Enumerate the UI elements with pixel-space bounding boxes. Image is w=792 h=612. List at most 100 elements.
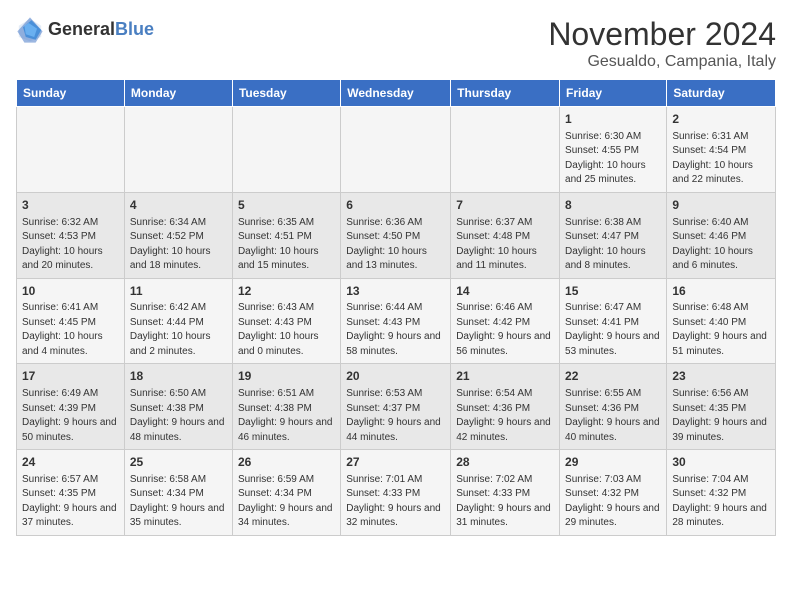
day-number: 21 bbox=[456, 368, 554, 385]
day-number: 29 bbox=[565, 454, 661, 471]
day-info: Sunrise: 7:03 AM Sunset: 4:32 PM Dayligh… bbox=[565, 473, 661, 531]
day-number: 16 bbox=[672, 283, 770, 300]
header-monday: Monday bbox=[124, 80, 232, 107]
calendar-cell: 19Sunrise: 6:51 AM Sunset: 4:38 PM Dayli… bbox=[232, 364, 340, 450]
day-info: Sunrise: 6:54 AM Sunset: 4:36 PM Dayligh… bbox=[456, 387, 554, 445]
calendar-cell: 25 Sunrise: 6:58 AM Sunset: 4:34 PM Dayli… bbox=[124, 450, 232, 536]
calendar-cell: 26Sunrise: 6:59 AM Sunset: 4:34 PM Dayli… bbox=[232, 450, 340, 536]
day-info: Sunrise: 6:51 AM Sunset: 4:38 PM Dayligh… bbox=[238, 387, 335, 445]
day-info: Sunrise: 6:57 AM Sunset: 4:35 PM Dayligh… bbox=[22, 473, 119, 531]
calendar-cell: 8Sunrise: 6:38 AM Sunset: 4:47 PM Daylig… bbox=[560, 192, 667, 278]
calendar-cell: 20 Sunrise: 6:53 AM Sunset: 4:37 PM Dayli… bbox=[341, 364, 451, 450]
day-number: 14 bbox=[456, 283, 554, 300]
calendar-cell: 6Sunrise: 6:36 AM Sunset: 4:50 PM Daylig… bbox=[341, 192, 451, 278]
day-number: 30 bbox=[672, 454, 770, 471]
calendar-week-row: 3 Sunrise: 6:32 AM Sunset: 4:53 PM Daylig… bbox=[17, 192, 776, 278]
calendar-cell: 30 Sunrise: 7:04 AM Sunset: 4:32 PM Dayli… bbox=[667, 450, 776, 536]
day-info: Sunrise: 6:32 AM Sunset: 4:53 PM Dayligh… bbox=[22, 216, 119, 274]
page-header: General Blue November 2024 Gesualdo, Cam… bbox=[16, 16, 776, 71]
calendar-cell: 22Sunrise: 6:55 AM Sunset: 4:36 PM Dayli… bbox=[560, 364, 667, 450]
calendar-cell bbox=[124, 107, 232, 193]
day-info: Sunrise: 6:50 AM Sunset: 4:38 PM Dayligh… bbox=[130, 387, 227, 445]
calendar-week-row: 1 Sunrise: 6:30 AM Sunset: 4:55 PM Daylig… bbox=[17, 107, 776, 193]
calendar-cell: 13Sunrise: 6:44 AM Sunset: 4:43 PM Dayli… bbox=[341, 278, 451, 364]
calendar-cell: 17Sunrise: 6:49 AM Sunset: 4:39 PM Dayli… bbox=[17, 364, 125, 450]
day-number: 5 bbox=[238, 197, 335, 214]
calendar-cell: 10Sunrise: 6:41 AM Sunset: 4:45 PM Dayli… bbox=[17, 278, 125, 364]
calendar-cell: 3 Sunrise: 6:32 AM Sunset: 4:53 PM Daylig… bbox=[17, 192, 125, 278]
day-info: Sunrise: 6:42 AM Sunset: 4:44 PM Dayligh… bbox=[130, 301, 227, 359]
day-info: Sunrise: 6:58 AM Sunset: 4:34 PM Dayligh… bbox=[130, 473, 227, 531]
day-info: Sunrise: 6:47 AM Sunset: 4:41 PM Dayligh… bbox=[565, 301, 661, 359]
location-subtitle: Gesualdo, Campania, Italy bbox=[548, 53, 776, 71]
calendar-cell: 4Sunrise: 6:34 AM Sunset: 4:52 PM Daylig… bbox=[124, 192, 232, 278]
day-info: Sunrise: 6:49 AM Sunset: 4:39 PM Dayligh… bbox=[22, 387, 119, 445]
day-info: Sunrise: 6:43 AM Sunset: 4:43 PM Dayligh… bbox=[238, 301, 335, 359]
day-info: Sunrise: 7:04 AM Sunset: 4:32 PM Dayligh… bbox=[672, 473, 770, 531]
calendar-cell: 9Sunrise: 6:40 AM Sunset: 4:46 PM Daylig… bbox=[667, 192, 776, 278]
day-number: 4 bbox=[130, 197, 227, 214]
day-info: Sunrise: 6:30 AM Sunset: 4:55 PM Dayligh… bbox=[565, 130, 661, 188]
calendar-cell: 18 Sunrise: 6:50 AM Sunset: 4:38 PM Dayli… bbox=[124, 364, 232, 450]
day-info: Sunrise: 6:55 AM Sunset: 4:36 PM Dayligh… bbox=[565, 387, 661, 445]
day-info: Sunrise: 6:53 AM Sunset: 4:37 PM Dayligh… bbox=[346, 387, 445, 445]
calendar-cell: 14Sunrise: 6:46 AM Sunset: 4:42 PM Dayli… bbox=[451, 278, 560, 364]
calendar-week-row: 17Sunrise: 6:49 AM Sunset: 4:39 PM Dayli… bbox=[17, 364, 776, 450]
calendar-cell: 16Sunrise: 6:48 AM Sunset: 4:40 PM Dayli… bbox=[667, 278, 776, 364]
calendar-cell: 7Sunrise: 6:37 AM Sunset: 4:48 PM Daylig… bbox=[451, 192, 560, 278]
day-info: Sunrise: 6:56 AM Sunset: 4:35 PM Dayligh… bbox=[672, 387, 770, 445]
day-number: 1 bbox=[565, 111, 661, 128]
day-info: Sunrise: 6:44 AM Sunset: 4:43 PM Dayligh… bbox=[346, 301, 445, 359]
day-number: 27 bbox=[346, 454, 445, 471]
day-number: 25 bbox=[130, 454, 227, 471]
calendar-cell: 5 Sunrise: 6:35 AM Sunset: 4:51 PM Daylig… bbox=[232, 192, 340, 278]
header-thursday: Thursday bbox=[451, 80, 560, 107]
calendar-cell bbox=[341, 107, 451, 193]
day-number: 24 bbox=[22, 454, 119, 471]
day-number: 11 bbox=[130, 283, 227, 300]
calendar-cell: 21 Sunrise: 6:54 AM Sunset: 4:36 PM Dayli… bbox=[451, 364, 560, 450]
day-number: 12 bbox=[238, 283, 335, 300]
header-tuesday: Tuesday bbox=[232, 80, 340, 107]
day-number: 15 bbox=[565, 283, 661, 300]
day-info: Sunrise: 6:41 AM Sunset: 4:45 PM Dayligh… bbox=[22, 301, 119, 359]
calendar-cell: 28 Sunrise: 7:02 AM Sunset: 4:33 PM Dayli… bbox=[451, 450, 560, 536]
day-number: 20 bbox=[346, 368, 445, 385]
calendar-cell: 23Sunrise: 6:56 AM Sunset: 4:35 PM Dayli… bbox=[667, 364, 776, 450]
calendar-header-row: SundayMondayTuesdayWednesdayThursdayFrid… bbox=[17, 80, 776, 107]
day-info: Sunrise: 6:36 AM Sunset: 4:50 PM Dayligh… bbox=[346, 216, 445, 274]
header-friday: Friday bbox=[560, 80, 667, 107]
logo-icon bbox=[16, 16, 44, 44]
calendar-week-row: 24 Sunrise: 6:57 AM Sunset: 4:35 PM Dayli… bbox=[17, 450, 776, 536]
day-info: Sunrise: 6:35 AM Sunset: 4:51 PM Dayligh… bbox=[238, 216, 335, 274]
day-number: 18 bbox=[130, 368, 227, 385]
logo: General Blue bbox=[16, 16, 154, 44]
day-info: Sunrise: 6:46 AM Sunset: 4:42 PM Dayligh… bbox=[456, 301, 554, 359]
day-info: Sunrise: 6:37 AM Sunset: 4:48 PM Dayligh… bbox=[456, 216, 554, 274]
calendar-week-row: 10Sunrise: 6:41 AM Sunset: 4:45 PM Dayli… bbox=[17, 278, 776, 364]
calendar-cell: 24 Sunrise: 6:57 AM Sunset: 4:35 PM Dayli… bbox=[17, 450, 125, 536]
day-number: 3 bbox=[22, 197, 119, 214]
day-info: Sunrise: 6:31 AM Sunset: 4:54 PM Dayligh… bbox=[672, 130, 770, 188]
day-info: Sunrise: 7:01 AM Sunset: 4:33 PM Dayligh… bbox=[346, 473, 445, 531]
day-number: 8 bbox=[565, 197, 661, 214]
calendar-cell: 29 Sunrise: 7:03 AM Sunset: 4:32 PM Dayli… bbox=[560, 450, 667, 536]
day-number: 2 bbox=[672, 111, 770, 128]
day-number: 28 bbox=[456, 454, 554, 471]
calendar-cell bbox=[232, 107, 340, 193]
title-block: November 2024 Gesualdo, Campania, Italy bbox=[548, 16, 776, 71]
calendar-cell: 11Sunrise: 6:42 AM Sunset: 4:44 PM Dayli… bbox=[124, 278, 232, 364]
header-wednesday: Wednesday bbox=[341, 80, 451, 107]
header-sunday: Sunday bbox=[17, 80, 125, 107]
day-number: 9 bbox=[672, 197, 770, 214]
day-number: 26 bbox=[238, 454, 335, 471]
day-info: Sunrise: 7:02 AM Sunset: 4:33 PM Dayligh… bbox=[456, 473, 554, 531]
day-info: Sunrise: 6:48 AM Sunset: 4:40 PM Dayligh… bbox=[672, 301, 770, 359]
day-number: 13 bbox=[346, 283, 445, 300]
calendar-cell bbox=[451, 107, 560, 193]
month-title: November 2024 bbox=[548, 16, 776, 53]
header-saturday: Saturday bbox=[667, 80, 776, 107]
calendar-cell: 1 Sunrise: 6:30 AM Sunset: 4:55 PM Daylig… bbox=[560, 107, 667, 193]
day-number: 10 bbox=[22, 283, 119, 300]
calendar-cell: 12Sunrise: 6:43 AM Sunset: 4:43 PM Dayli… bbox=[232, 278, 340, 364]
